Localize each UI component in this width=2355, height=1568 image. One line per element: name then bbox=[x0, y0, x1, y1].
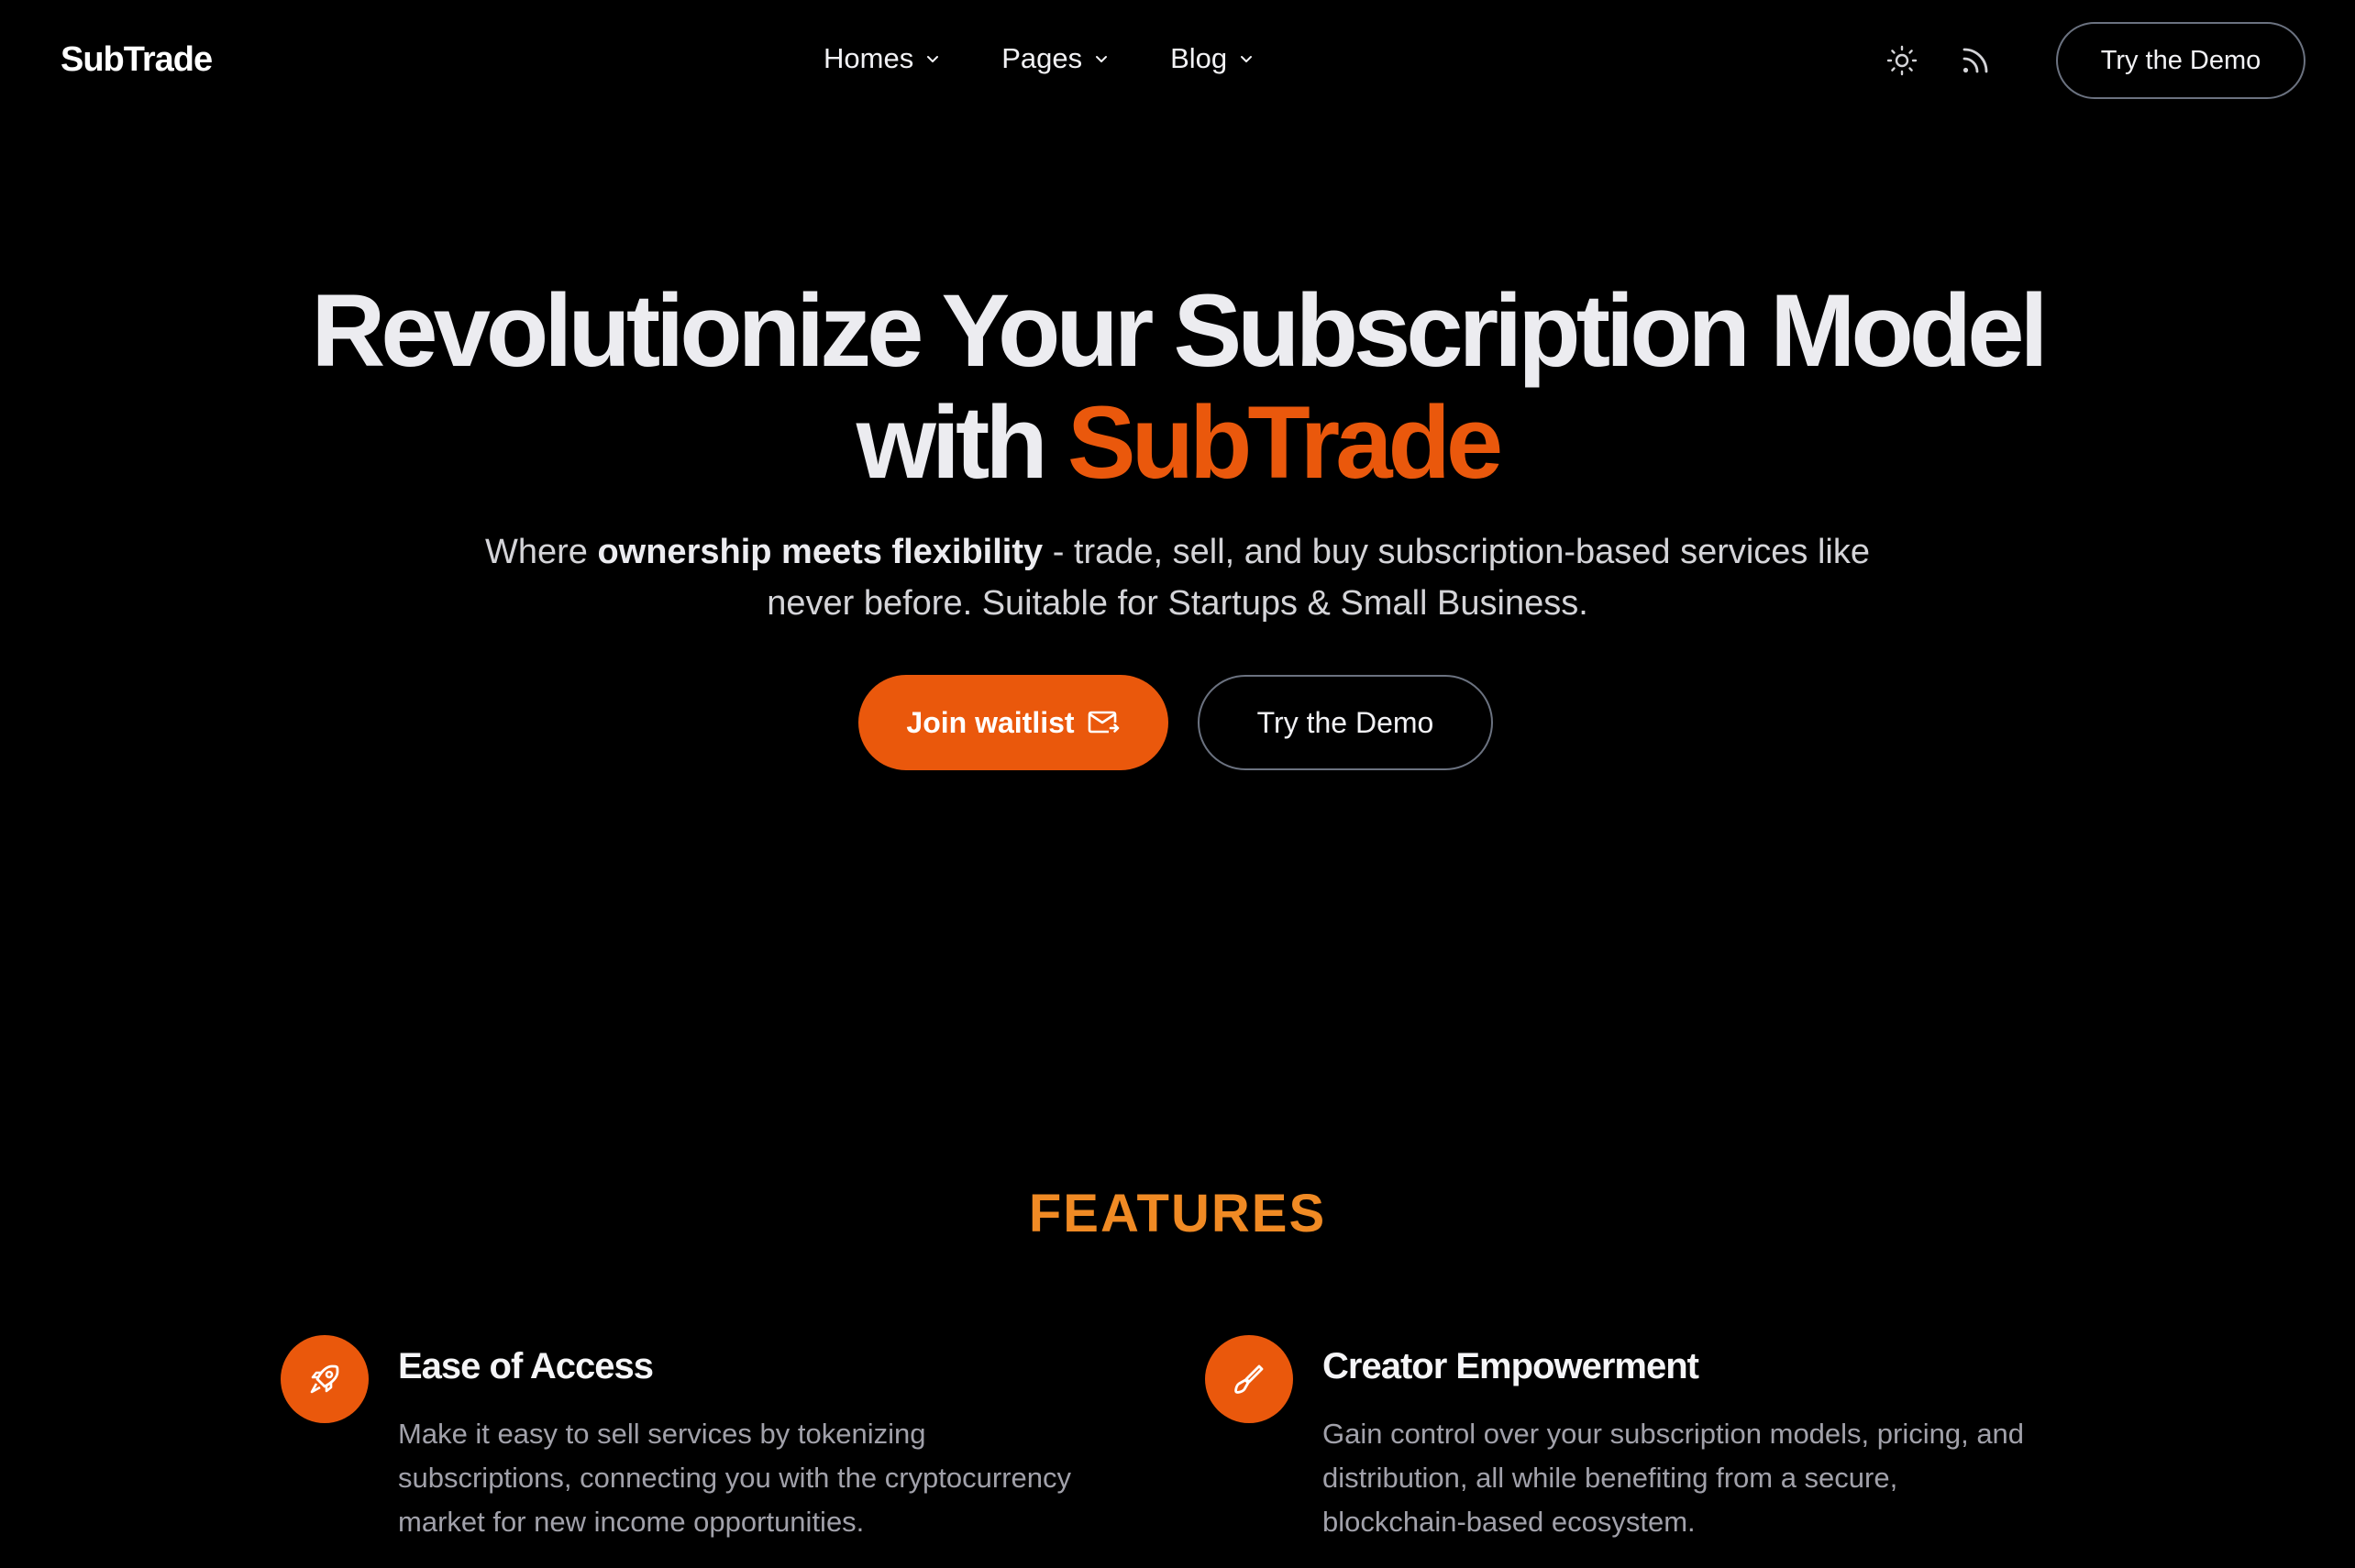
join-waitlist-label: Join waitlist bbox=[906, 705, 1075, 739]
features-heading: FEATURES bbox=[1028, 1184, 1327, 1243]
hero-title-accent: SubTrade bbox=[1067, 385, 1503, 500]
logo[interactable]: SubTrade bbox=[61, 40, 213, 80]
feature-icon-badge bbox=[1205, 1335, 1293, 1423]
sun-icon bbox=[1886, 45, 1918, 76]
hero-title: Revolutionize Your Subscription Model wi… bbox=[0, 275, 2355, 499]
feature-title: Ease of Access bbox=[398, 1346, 654, 1386]
join-waitlist-button[interactable]: Join waitlist bbox=[858, 675, 1168, 770]
menu-item-label: Pages bbox=[1001, 42, 1083, 74]
try-demo-hero-button[interactable]: Try the Demo bbox=[1198, 675, 1493, 770]
rss-icon bbox=[1962, 48, 1988, 73]
brush-icon bbox=[1234, 1364, 1264, 1394]
chevron-down-icon bbox=[927, 56, 939, 62]
feature-description: Gain control over your subscription mode… bbox=[1322, 1418, 2025, 1538]
chevron-down-icon bbox=[1096, 56, 1108, 62]
feature-icon-badge bbox=[281, 1335, 369, 1423]
feature-description: Make it easy to sell services by tokeniz… bbox=[398, 1418, 1072, 1538]
try-demo-nav-button[interactable]: Try the Demo bbox=[2056, 22, 2305, 99]
menu-item-homes[interactable]: Homes bbox=[824, 42, 941, 75]
hero-title-prefix: with bbox=[856, 385, 1067, 500]
main-menu: Homes Pages Blog bbox=[824, 42, 1255, 75]
mail-send-icon bbox=[1088, 711, 1119, 734]
chevron-down-icon bbox=[1241, 56, 1253, 62]
hero-subtitle-prefix: Where bbox=[484, 533, 598, 571]
menu-item-pages[interactable]: Pages bbox=[1001, 42, 1110, 75]
rss-button[interactable] bbox=[1957, 42, 1994, 79]
hero-title-line1: Revolutionize Your Subscription Model bbox=[311, 273, 2048, 388]
theme-toggle-button[interactable] bbox=[1884, 42, 1920, 79]
rocket-icon bbox=[310, 1364, 339, 1394]
menu-item-label: Blog bbox=[1170, 42, 1228, 74]
menu-item-label: Homes bbox=[824, 42, 914, 74]
feature-title: Creator Empowerment bbox=[1322, 1346, 1699, 1386]
hero-subtitle-highlight: ownership meets flexibility bbox=[597, 533, 1044, 571]
hero-subtitle: Where ownership meets flexibility - trad… bbox=[444, 526, 1911, 629]
navbar: SubTrade Homes Pages Blog Try the Demo bbox=[0, 0, 2355, 121]
menu-item-blog[interactable]: Blog bbox=[1170, 42, 1255, 75]
page: SubTrade Homes Pages Blog Try the Demo R… bbox=[0, 0, 2355, 1568]
